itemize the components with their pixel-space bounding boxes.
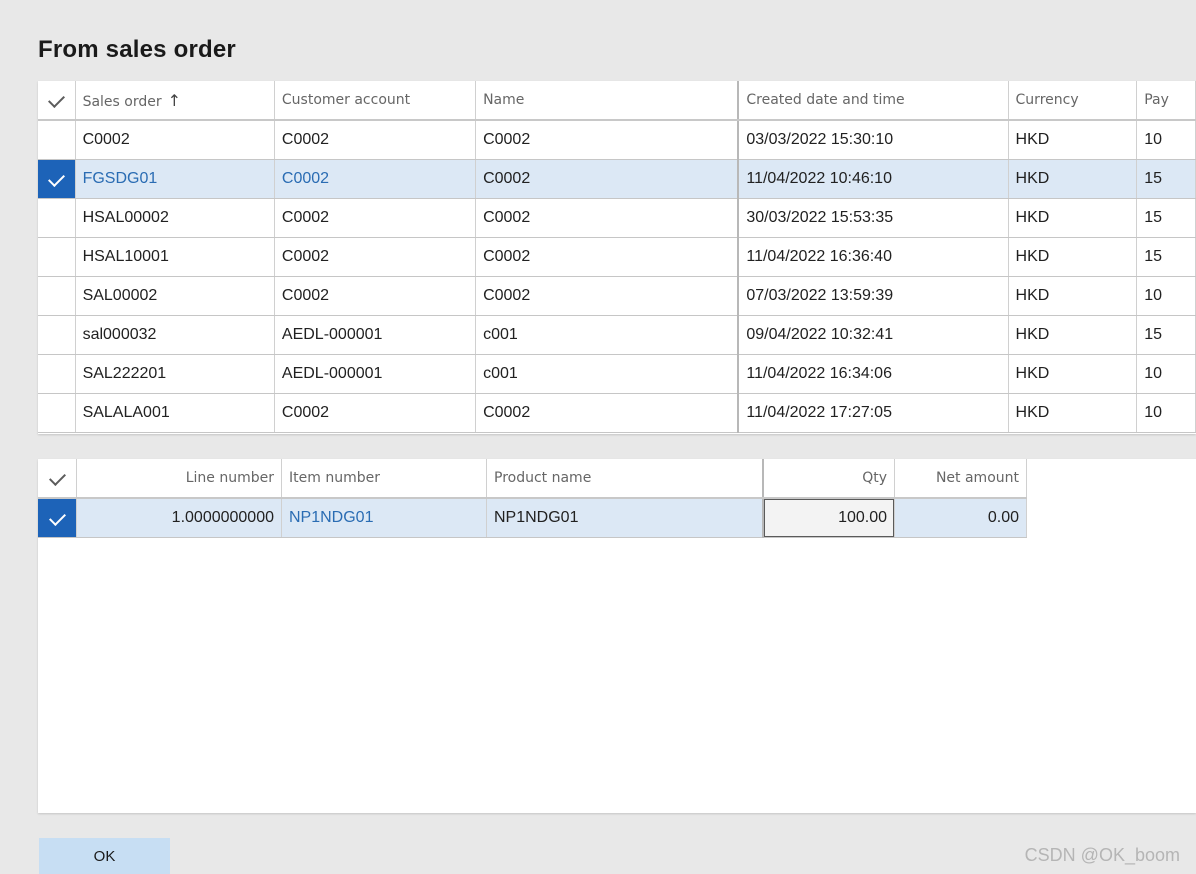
column-header-net-amount[interactable]: Net amount (894, 459, 1027, 499)
payment-cell[interactable]: 10 (1136, 120, 1196, 160)
qty-input[interactable]: 100.00 (762, 498, 895, 538)
created-datetime-cell[interactable]: 11/04/2022 16:34:06 (738, 354, 1009, 394)
row-checkbox[interactable] (38, 393, 76, 433)
name-cell[interactable]: C0002 (475, 237, 740, 277)
column-header-payment[interactable]: Pay (1136, 81, 1196, 121)
payment-cell[interactable]: 10 (1136, 393, 1196, 433)
customer-account-cell[interactable]: AEDL-000001 (274, 354, 477, 394)
table-row[interactable]: sal000032 AEDL-000001 c001 09/04/2022 10:32… (38, 315, 1196, 355)
row-checkbox[interactable] (38, 315, 76, 355)
row-checkbox[interactable] (38, 354, 76, 394)
column-header-line-number[interactable]: Line number (76, 459, 282, 499)
ok-button[interactable]: OK (39, 838, 170, 874)
orders-header-row: Sales order ↑ Customer account Name Creat… (38, 81, 1196, 121)
name-cell[interactable]: C0002 (475, 120, 740, 160)
column-header-item-number[interactable]: Item number (281, 459, 487, 499)
customer-account-cell[interactable]: C0002 (274, 237, 477, 277)
checkmark-icon (47, 170, 65, 187)
row-checkbox[interactable] (38, 120, 76, 160)
customer-account-cell[interactable]: AEDL-000001 (274, 315, 477, 355)
table-row[interactable]: FGSDG01 C0002 C0002 11/04/2022 10:46:10 HKD 1… (38, 159, 1196, 199)
sales-order-cell[interactable]: HSAL00002 (75, 198, 275, 238)
line-number-cell[interactable]: 1.0000000000 (76, 498, 282, 538)
created-datetime-cell[interactable]: 03/03/2022 15:30:10 (738, 120, 1009, 160)
sales-orders-table: Sales order ↑ Customer account Name Creat… (38, 81, 1196, 433)
name-cell[interactable]: C0002 (475, 159, 740, 199)
payment-cell[interactable]: 15 (1136, 159, 1196, 199)
currency-cell[interactable]: HKD (1008, 393, 1138, 433)
created-datetime-cell[interactable]: 30/03/2022 15:53:35 (738, 198, 1009, 238)
column-header-product-name[interactable]: Product name (486, 459, 764, 499)
column-header-customer-account[interactable]: Customer account (274, 81, 477, 121)
table-row[interactable]: C0002 C0002 C0002 03/03/2022 15:30:10 HKD 10 (38, 120, 1196, 160)
currency-cell[interactable]: HKD (1008, 276, 1138, 316)
column-header-created[interactable]: Created date and time (738, 81, 1009, 121)
row-checkbox[interactable] (38, 237, 76, 277)
created-datetime-cell[interactable]: 07/03/2022 13:59:39 (738, 276, 1009, 316)
payment-cell[interactable]: 10 (1136, 354, 1196, 394)
sales-order-cell[interactable]: FGSDG01 (75, 159, 275, 199)
table-row[interactable]: SALALA001 C0002 C0002 11/04/2022 17:27:05 HK… (38, 393, 1196, 433)
sort-ascending-icon: ↑ (167, 90, 182, 110)
payment-cell[interactable]: 10 (1136, 276, 1196, 316)
select-all-lines-checkbox[interactable] (38, 459, 77, 499)
checkmark-icon (47, 91, 65, 108)
sales-order-cell[interactable]: HSAL10001 (75, 237, 275, 277)
currency-cell[interactable]: HKD (1008, 159, 1138, 199)
sales-order-cell[interactable]: SAL222201 (75, 354, 275, 394)
table-row[interactable]: 1.0000000000 NP1NDG01 NP1NDG01 100.00 0.00 (38, 498, 1027, 538)
customer-account-cell[interactable]: C0002 (274, 159, 477, 199)
name-cell[interactable]: C0002 (475, 276, 740, 316)
table-row[interactable]: HSAL00002 C0002 C0002 30/03/2022 15:53:35 HK… (38, 198, 1196, 238)
select-all-checkbox[interactable] (38, 81, 76, 121)
name-cell[interactable]: C0002 (475, 393, 740, 433)
created-datetime-cell[interactable]: 11/04/2022 10:46:10 (738, 159, 1009, 199)
sales-order-cell[interactable]: C0002 (75, 120, 275, 160)
customer-account-cell[interactable]: C0002 (274, 393, 477, 433)
column-header-currency[interactable]: Currency (1008, 81, 1138, 121)
payment-cell[interactable]: 15 (1136, 198, 1196, 238)
payment-cell[interactable]: 15 (1136, 237, 1196, 277)
product-name-cell[interactable]: NP1NDG01 (486, 498, 764, 538)
row-checkbox[interactable] (38, 198, 76, 238)
order-lines-grid: Line number Item number Product name Qty… (38, 459, 1196, 813)
sales-order-cell[interactable]: sal000032 (75, 315, 275, 355)
item-number-cell[interactable]: NP1NDG01 (281, 498, 487, 538)
customer-account-cell[interactable]: C0002 (274, 198, 477, 238)
customer-account-cell[interactable]: C0002 (274, 276, 477, 316)
name-cell[interactable]: c001 (475, 315, 740, 355)
column-header-sales-order[interactable]: Sales order ↑ (75, 81, 275, 121)
column-header-qty[interactable]: Qty (762, 459, 895, 499)
currency-cell[interactable]: HKD (1008, 237, 1138, 277)
currency-cell[interactable]: HKD (1008, 120, 1138, 160)
name-cell[interactable]: c001 (475, 354, 740, 394)
payment-cell[interactable]: 15 (1136, 315, 1196, 355)
currency-cell[interactable]: HKD (1008, 315, 1138, 355)
row-checkbox[interactable] (38, 276, 76, 316)
table-row[interactable]: SAL00002 C0002 C0002 07/03/2022 13:59:39 HKD… (38, 276, 1196, 316)
currency-cell[interactable]: HKD (1008, 354, 1138, 394)
currency-cell[interactable]: HKD (1008, 198, 1138, 238)
checkmark-icon (48, 469, 66, 486)
customer-account-cell[interactable]: C0002 (274, 120, 477, 160)
column-header-name[interactable]: Name (475, 81, 740, 121)
row-checkbox[interactable] (38, 159, 76, 199)
table-row[interactable]: HSAL10001 C0002 C0002 11/04/2022 16:36:40 HK… (38, 237, 1196, 277)
created-datetime-cell[interactable]: 09/04/2022 10:32:41 (738, 315, 1009, 355)
net-amount-cell[interactable]: 0.00 (894, 498, 1027, 538)
created-datetime-cell[interactable]: 11/04/2022 16:36:40 (738, 237, 1009, 277)
order-lines-table: Line number Item number Product name Qty… (38, 459, 1027, 538)
lines-header-row: Line number Item number Product name Qty… (38, 459, 1027, 499)
sales-order-cell[interactable]: SAL00002 (75, 276, 275, 316)
sales-orders-grid: Sales order ↑ Customer account Name Creat… (38, 81, 1196, 434)
checkmark-icon (48, 509, 66, 526)
created-datetime-cell[interactable]: 11/04/2022 17:27:05 (738, 393, 1009, 433)
sales-order-cell[interactable]: SALALA001 (75, 393, 275, 433)
name-cell[interactable]: C0002 (475, 198, 740, 238)
table-row[interactable]: SAL222201 AEDL-000001 c001 11/04/2022 16:34… (38, 354, 1196, 394)
page-title: From sales order (38, 36, 236, 63)
watermark: CSDN @OK_boom (1024, 845, 1180, 865)
row-checkbox[interactable] (38, 498, 77, 538)
